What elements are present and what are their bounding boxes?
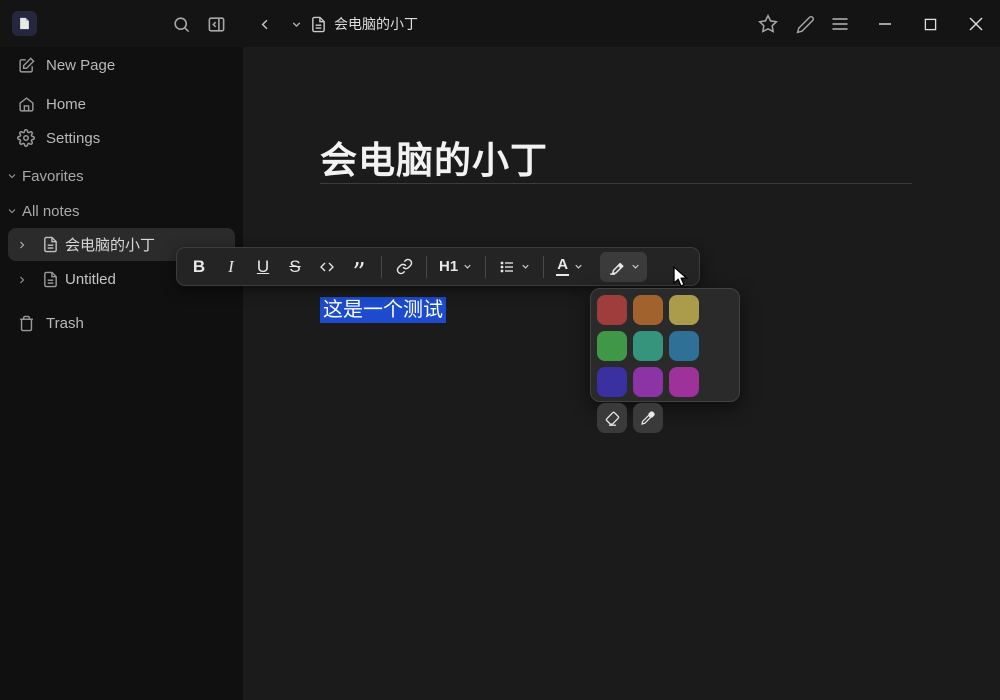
chevron-down-icon bbox=[462, 261, 473, 272]
chevron-down-icon bbox=[573, 261, 584, 272]
italic-button[interactable]: I bbox=[215, 252, 247, 282]
link-button[interactable] bbox=[388, 252, 420, 282]
quote-button[interactable]: ” bbox=[343, 252, 375, 282]
chevron-down-icon[interactable] bbox=[6, 205, 18, 217]
minimize-button[interactable] bbox=[868, 8, 902, 40]
section-label: Favorites bbox=[22, 168, 84, 185]
underline-button[interactable]: U bbox=[247, 252, 279, 282]
chevron-down-icon bbox=[520, 261, 531, 272]
app-logo-icon bbox=[12, 11, 37, 36]
sidebar-item-trash[interactable]: Trash bbox=[8, 310, 235, 336]
page-title[interactable]: 会电脑的小丁 bbox=[320, 130, 548, 184]
document-icon bbox=[310, 16, 327, 33]
back-button[interactable] bbox=[249, 8, 281, 40]
color-swatch[interactable] bbox=[633, 367, 663, 397]
color-swatch[interactable] bbox=[669, 295, 699, 325]
chevron-down-icon[interactable] bbox=[290, 18, 303, 31]
color-swatch[interactable] bbox=[597, 367, 627, 397]
note-item-label: Untitled bbox=[65, 271, 116, 288]
compose-icon bbox=[16, 57, 36, 74]
sidebar-item-label: Home bbox=[46, 96, 86, 113]
titlebar-document-name: 会电脑的小丁 bbox=[334, 14, 418, 34]
color-swatch[interactable] bbox=[633, 295, 663, 325]
selected-text[interactable]: 这是一个测试 bbox=[320, 297, 446, 323]
gear-icon bbox=[16, 129, 36, 147]
heading-dropdown[interactable]: H1 bbox=[433, 252, 479, 282]
close-button[interactable] bbox=[959, 8, 993, 40]
strikethrough-button[interactable]: S bbox=[279, 252, 311, 282]
note-item-label: 会电脑的小丁 bbox=[65, 234, 155, 255]
chevron-right-icon[interactable] bbox=[16, 274, 28, 286]
highlighter-icon bbox=[606, 257, 626, 277]
document-icon bbox=[42, 236, 59, 253]
color-swatch[interactable] bbox=[669, 331, 699, 361]
title-divider bbox=[320, 183, 912, 184]
pen-icon[interactable] bbox=[789, 8, 821, 40]
chevron-down-icon[interactable] bbox=[6, 170, 18, 182]
menu-hamburger-icon[interactable] bbox=[824, 8, 856, 40]
bold-button[interactable]: B bbox=[183, 252, 215, 282]
eraser-button[interactable] bbox=[597, 403, 627, 433]
color-swatch[interactable] bbox=[669, 367, 699, 397]
maximize-button[interactable] bbox=[913, 8, 947, 40]
toolbar-separator bbox=[485, 256, 486, 278]
sidebar-section-favorites[interactable]: Favorites bbox=[6, 164, 235, 188]
code-button[interactable] bbox=[311, 252, 343, 282]
sidebar-item-settings[interactable]: Settings bbox=[8, 125, 235, 151]
body-paragraph[interactable]: 这是一个测试 bbox=[320, 293, 446, 322]
section-label: All notes bbox=[22, 203, 80, 220]
trash-icon bbox=[16, 315, 36, 332]
color-swatch[interactable] bbox=[597, 331, 627, 361]
color-swatch[interactable] bbox=[633, 331, 663, 361]
sidebar-item-label: New Page bbox=[46, 57, 115, 74]
highlight-color-picker bbox=[590, 288, 740, 402]
search-icon[interactable] bbox=[165, 8, 197, 40]
sidebar-item-new-page[interactable]: New Page bbox=[8, 52, 235, 78]
text-color-icon: A bbox=[556, 258, 569, 276]
sidebar-toggle-icon[interactable] bbox=[200, 8, 232, 40]
sidebar-item-label: Trash bbox=[46, 315, 84, 332]
toolbar-separator bbox=[426, 256, 427, 278]
favorite-star-icon[interactable] bbox=[752, 8, 784, 40]
color-swatch[interactable] bbox=[597, 295, 627, 325]
home-icon bbox=[16, 96, 36, 113]
app-window: 会电脑的小丁 bbox=[0, 0, 1000, 700]
list-dropdown[interactable] bbox=[492, 252, 537, 282]
mouse-cursor bbox=[672, 266, 692, 288]
eyedropper-button[interactable] bbox=[633, 403, 663, 433]
toolbar-separator bbox=[381, 256, 382, 278]
formatting-toolbar: B I U S ” H1 bbox=[176, 247, 700, 286]
document-icon bbox=[42, 271, 59, 288]
sidebar-item-home[interactable]: Home bbox=[8, 91, 235, 117]
toolbar-separator bbox=[543, 256, 544, 278]
list-icon bbox=[498, 259, 516, 275]
text-color-dropdown[interactable]: A bbox=[550, 252, 590, 282]
document-title-group[interactable]: 会电脑的小丁 bbox=[290, 8, 418, 40]
chevron-right-icon[interactable] bbox=[16, 239, 28, 251]
sidebar-item-label: Settings bbox=[46, 130, 100, 147]
sidebar: New Page Home Settings bbox=[0, 47, 243, 700]
chevron-down-icon bbox=[630, 261, 641, 272]
sidebar-section-all-notes[interactable]: All notes bbox=[6, 199, 235, 223]
titlebar: 会电脑的小丁 bbox=[0, 0, 1000, 47]
highlight-color-dropdown[interactable] bbox=[600, 252, 647, 282]
